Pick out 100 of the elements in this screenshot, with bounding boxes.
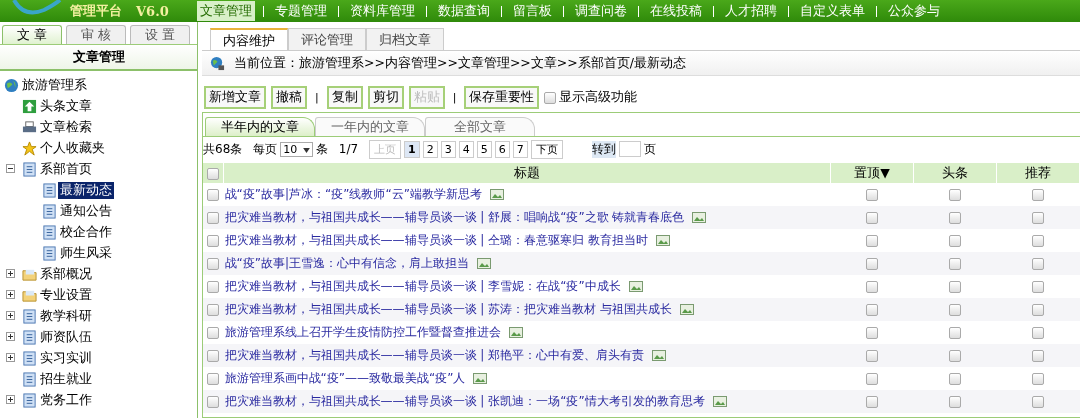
tree-item[interactable]: 实习实训 — [38, 350, 94, 367]
content-tab[interactable]: 归档文章 — [366, 28, 444, 50]
toolbar-button[interactable]: 剪切 — [367, 86, 404, 109]
row-checkbox[interactable] — [949, 396, 961, 408]
row-checkbox[interactable] — [1032, 212, 1044, 224]
sidebar-tab[interactable]: 设 置 — [130, 25, 190, 44]
row-checkbox[interactable] — [207, 258, 220, 270]
row-checkbox[interactable] — [1032, 304, 1044, 316]
sidebar-tab[interactable]: 审 核 — [66, 25, 126, 44]
row-checkbox[interactable] — [949, 327, 961, 339]
page-number-field[interactable] — [618, 141, 641, 157]
toolbar-button[interactable]: 复制 — [326, 86, 363, 109]
article-title-link[interactable]: 战“疫”故事|芦冰：“疫”线教师“云”端教学新思考 — [224, 187, 482, 201]
row-checkbox[interactable] — [1032, 189, 1044, 201]
article-title-link[interactable]: 旅游管理系线上召开学生疫情防控工作暨督查推进会 — [224, 325, 501, 339]
tree-item[interactable]: 系部概况 — [38, 266, 94, 283]
period-tab[interactable]: 一年内的文章 — [315, 117, 425, 136]
article-title-link[interactable]: 旅游管理系画中战“疫”——致敬最美战“疫”人 — [224, 371, 466, 385]
row-checkbox[interactable] — [866, 281, 878, 293]
nav-menu-item[interactable]: 专题管理 — [271, 1, 330, 21]
article-title-link[interactable]: 把灾难当教材，与祖国共成长——辅导员谈一谈 | 仝璐：春意驱寒归 教育担当时 — [224, 233, 648, 247]
nav-menu-item[interactable]: 调查问卷 — [571, 1, 630, 21]
row-checkbox[interactable] — [866, 212, 878, 224]
tree-item[interactable]: 师资队伍 — [38, 329, 94, 346]
nav-menu-item[interactable]: 人才招聘 — [721, 1, 780, 21]
tree-item[interactable]: 文章检索 — [38, 119, 94, 136]
tree-item[interactable]: 专业设置 — [38, 287, 94, 304]
row-checkbox[interactable] — [949, 189, 961, 201]
tree-item[interactable]: 系部首页 — [38, 161, 94, 178]
toolbar-button[interactable]: 新增文章 — [204, 86, 266, 109]
tree-toggle-icon[interactable] — [6, 352, 15, 362]
tree-item[interactable]: 通知公告 — [58, 203, 114, 220]
tree-item[interactable]: 最新动态 — [58, 182, 114, 199]
row-checkbox[interactable] — [866, 258, 878, 270]
row-checkbox[interactable] — [207, 396, 220, 408]
row-checkbox[interactable] — [207, 350, 220, 362]
toolbar-button[interactable]: 保存重要性 — [464, 86, 540, 109]
tree-item[interactable]: 师生风采 — [58, 245, 114, 262]
row-checkbox[interactable] — [866, 235, 878, 247]
row-checkbox[interactable] — [207, 373, 220, 385]
row-checkbox[interactable] — [949, 235, 961, 247]
row-checkbox[interactable] — [1032, 327, 1044, 339]
row-checkbox[interactable] — [207, 212, 220, 224]
row-checkbox[interactable] — [1032, 258, 1044, 270]
nav-menu-item[interactable]: 自定义表单 — [796, 1, 868, 21]
row-checkbox[interactable] — [207, 189, 220, 201]
nav-menu-item[interactable]: 留言板 — [509, 1, 555, 21]
article-title-link[interactable]: 把灾难当教材，与祖国共成长——辅导员谈一谈 | 李雪妮：在战“疫”中成长 — [224, 279, 621, 293]
period-tab[interactable]: 半年内的文章 — [205, 117, 315, 136]
page-number-button[interactable]: 1 — [404, 140, 420, 158]
row-checkbox[interactable] — [1032, 396, 1044, 408]
column-header[interactable]: 置顶▼ — [830, 163, 914, 183]
page-number-button[interactable]: 5 — [476, 140, 492, 158]
content-tab[interactable]: 内容维护 — [210, 28, 288, 50]
row-checkbox[interactable] — [866, 327, 878, 339]
checkbox[interactable] — [544, 91, 557, 104]
tree-toggle-icon[interactable] — [6, 394, 15, 404]
row-checkbox[interactable] — [949, 212, 961, 224]
tree-item[interactable]: 招生就业 — [38, 371, 94, 388]
toolbar-button[interactable]: 撤稿 — [271, 86, 307, 109]
tree-toggle-icon[interactable] — [6, 289, 15, 299]
content-tab[interactable]: 评论管理 — [288, 28, 366, 50]
row-checkbox[interactable] — [866, 373, 878, 385]
row-checkbox[interactable] — [207, 327, 220, 339]
row-checkbox[interactable] — [866, 189, 878, 201]
page-number-button[interactable]: 3 — [440, 140, 456, 158]
row-checkbox[interactable] — [866, 350, 878, 362]
row-checkbox[interactable] — [207, 235, 220, 247]
nav-menu-item[interactable]: 在线投稿 — [646, 1, 705, 21]
page-number-button[interactable]: 7 — [512, 140, 528, 158]
next-page-button[interactable]: 下页 — [530, 139, 563, 159]
row-checkbox[interactable] — [207, 304, 220, 316]
nav-menu-item[interactable]: 文章管理 — [196, 1, 255, 21]
row-checkbox[interactable] — [1032, 350, 1044, 362]
row-checkbox[interactable] — [949, 350, 961, 362]
row-checkbox[interactable] — [949, 373, 961, 385]
sidebar-tab[interactable]: 文 章 — [2, 25, 62, 44]
tree-toggle-icon[interactable] — [6, 163, 15, 173]
per-page-select[interactable]: 10 — [280, 141, 313, 157]
page-number-button[interactable]: 4 — [458, 140, 474, 158]
nav-menu-item[interactable]: 数据查询 — [434, 1, 493, 21]
row-checkbox[interactable] — [866, 396, 878, 408]
period-tab[interactable]: 全部文章 — [425, 117, 535, 136]
select-all-checkbox[interactable] — [207, 168, 219, 180]
row-checkbox[interactable] — [866, 304, 878, 316]
tree-item[interactable]: 个人收藏夹 — [38, 140, 107, 157]
tree-item[interactable]: 头条文章 — [38, 98, 94, 115]
tree-item[interactable]: 党务工作 — [38, 392, 94, 409]
row-checkbox[interactable] — [1032, 281, 1044, 293]
tree-toggle-icon[interactable] — [6, 268, 15, 278]
row-checkbox[interactable] — [1032, 235, 1044, 247]
tree-item[interactable]: 校企合作 — [58, 224, 114, 241]
row-checkbox[interactable] — [207, 281, 220, 293]
row-checkbox[interactable] — [949, 304, 961, 316]
row-checkbox[interactable] — [1032, 373, 1044, 385]
nav-menu-item[interactable]: 资料库管理 — [346, 1, 418, 21]
tree-item[interactable]: 教学科研 — [38, 308, 94, 325]
tree-item[interactable]: 旅游管理系 — [20, 77, 89, 94]
tree-toggle-icon[interactable] — [6, 331, 15, 341]
page-number-button[interactable]: 2 — [422, 140, 438, 158]
